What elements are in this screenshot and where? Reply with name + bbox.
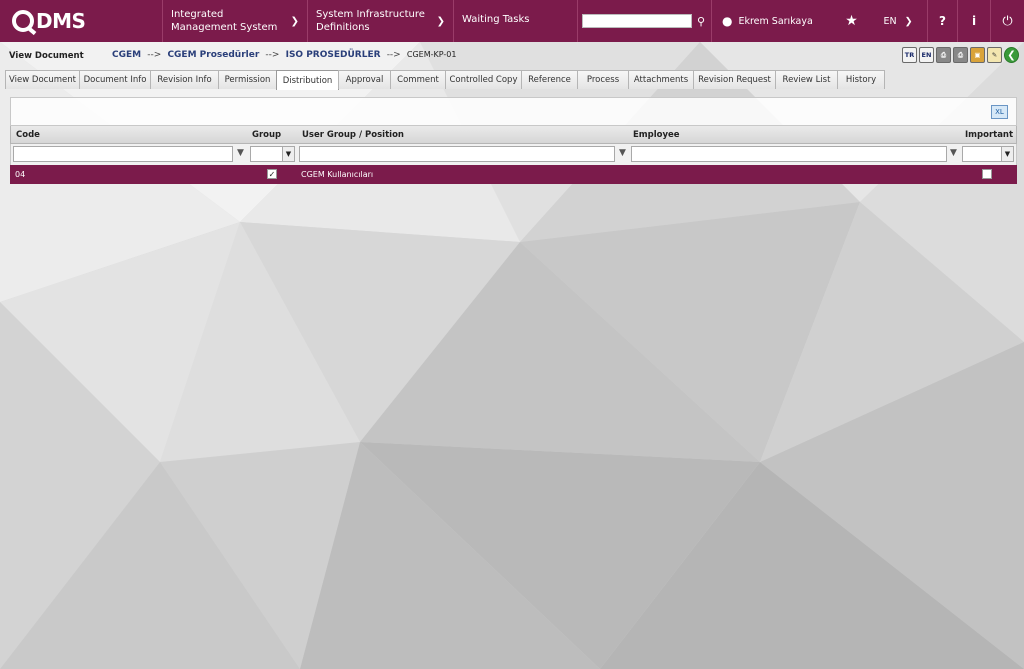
code-filter-input[interactable] <box>13 146 233 162</box>
help-icon: ? <box>939 14 946 28</box>
search-icon[interactable]: ⚲ <box>697 15 705 28</box>
info-icon: i <box>971 14 977 28</box>
en-language-button[interactable]: EN <box>919 47 934 63</box>
info-button[interactable]: i <box>957 0 990 42</box>
tab-review-list[interactable]: Review List <box>775 70 838 89</box>
important-filter-select[interactable]: ▼ <box>962 146 1014 162</box>
tr-label: TR <box>904 51 915 59</box>
search-input[interactable] <box>582 14 692 28</box>
star-icon[interactable]: ★ <box>834 0 869 42</box>
tr-language-button[interactable]: TR <box>902 47 917 63</box>
tab-view-document[interactable]: View Document <box>5 70 80 89</box>
language-label: EN <box>883 15 897 27</box>
menu-label: Integrated Management System <box>171 9 278 33</box>
column-header-employee[interactable]: Employee <box>633 130 680 140</box>
breadcrumb-item[interactable]: CGEM Prosedürler <box>167 50 259 60</box>
user-menu[interactable]: ● Ekrem Sarıkaya <box>711 0 834 42</box>
tab-process[interactable]: Process <box>577 70 629 89</box>
tab-revision-info[interactable]: Revision Info <box>150 70 219 89</box>
user-name: Ekrem Sarıkaya <box>738 15 813 27</box>
logo-text: DMS <box>36 9 86 33</box>
grid-header: Code Group User Group / Position Employe… <box>10 126 1017 144</box>
document-toolbar: TR EN ⎙ ⎙ ▣ ✎ ❮ <box>902 47 1019 63</box>
app-logo[interactable]: DMS <box>0 0 162 42</box>
language-selector[interactable]: EN ❯ <box>869 0 927 42</box>
group-checkbox[interactable]: ✓ <box>267 169 277 179</box>
breadcrumb-arrow: --> <box>147 50 162 60</box>
tab-attachments[interactable]: Attachments <box>628 70 694 89</box>
page-title: View Document <box>9 51 84 61</box>
cell-user-group: CGEM Kullanıcıları <box>301 170 374 179</box>
tab-distribution[interactable]: Distribution <box>276 70 339 90</box>
filter-icon[interactable]: ▼ <box>237 148 244 158</box>
chevron-down-icon: ❯ <box>436 15 445 27</box>
tab-approval[interactable]: Approval <box>338 70 391 89</box>
clipboard-icon[interactable]: ▣ <box>970 47 985 63</box>
document-tabs: View Document Document Info Revision Inf… <box>5 70 885 90</box>
top-navigation-bar: DMS Integrated Management System ❯ Syste… <box>0 0 1024 42</box>
grid-toolbar: XL <box>10 97 1017 126</box>
breadcrumb-arrow: --> <box>386 50 401 60</box>
distribution-panel: XL Code Group User Group / Position Empl… <box>10 97 1017 185</box>
chevron-down-icon: ▼ <box>1001 147 1013 161</box>
column-header-group[interactable]: Group <box>252 130 281 140</box>
help-button[interactable]: ? <box>927 0 957 42</box>
table-row[interactable]: 04 ✓ CGEM Kullanıcıları <box>10 165 1017 184</box>
chevron-down-icon: ▼ <box>282 147 294 161</box>
tab-controlled-copy[interactable]: Controlled Copy <box>445 70 522 89</box>
export-excel-icon[interactable]: XL <box>991 105 1008 119</box>
tab-history[interactable]: History <box>837 70 885 89</box>
logo-q-icon <box>12 10 34 32</box>
cell-code: 04 <box>15 170 26 179</box>
column-header-user-group[interactable]: User Group / Position <box>302 130 404 140</box>
power-icon[interactable]: ⏻ <box>990 0 1024 42</box>
tab-permission[interactable]: Permission <box>218 70 277 89</box>
tab-revision-request[interactable]: Revision Request <box>693 70 776 89</box>
filter-icon[interactable]: ▼ <box>619 148 626 158</box>
breadcrumb-item[interactable]: CGEM <box>112 50 141 60</box>
grid-filter-row: ▼ ▼ ▼ ▼ ▼ <box>10 144 1017 165</box>
chevron-down-icon: ❯ <box>904 15 913 27</box>
menu-system-infrastructure-definitions[interactable]: System Infrastructure Definitions ❯ <box>307 0 453 42</box>
menu-waiting-tasks[interactable]: Waiting Tasks <box>453 0 577 42</box>
printer-settings-icon[interactable]: ⎙ <box>953 47 968 63</box>
group-filter-select[interactable]: ▼ <box>250 146 295 162</box>
user-icon: ● <box>722 14 733 28</box>
filter-icon[interactable]: ▼ <box>950 148 957 158</box>
back-icon[interactable]: ❮ <box>1004 47 1019 63</box>
menu-label: System Infrastructure Definitions <box>316 9 425 33</box>
en-label: EN <box>921 51 932 59</box>
breadcrumb-current: CGEM-KP-01 <box>406 50 457 59</box>
search-box: ⚲ <box>577 0 711 42</box>
important-checkbox[interactable] <box>982 169 992 179</box>
breadcrumb-bar: View Document CGEM --> CGEM Prosedürler … <box>0 42 1024 69</box>
tab-reference[interactable]: Reference <box>521 70 578 89</box>
chevron-down-icon: ❯ <box>290 15 299 27</box>
user-group-filter-input[interactable] <box>299 146 615 162</box>
column-header-important[interactable]: Important <box>965 130 1013 140</box>
breadcrumb-item[interactable]: ISO PROSEDÜRLER <box>286 50 381 60</box>
menu-integrated-management-system[interactable]: Integrated Management System ❯ <box>162 0 307 42</box>
employee-filter-input[interactable] <box>631 146 947 162</box>
breadcrumb: CGEM --> CGEM Prosedürler --> ISO PROSED… <box>112 50 456 60</box>
tab-document-info[interactable]: Document Info <box>79 70 151 89</box>
menu-label: Waiting Tasks <box>462 14 530 25</box>
breadcrumb-arrow: --> <box>265 50 280 60</box>
column-header-code[interactable]: Code <box>16 130 40 140</box>
tab-comment[interactable]: Comment <box>390 70 446 89</box>
edit-note-icon[interactable]: ✎ <box>987 47 1002 63</box>
print-icon[interactable]: ⎙ <box>936 47 951 63</box>
